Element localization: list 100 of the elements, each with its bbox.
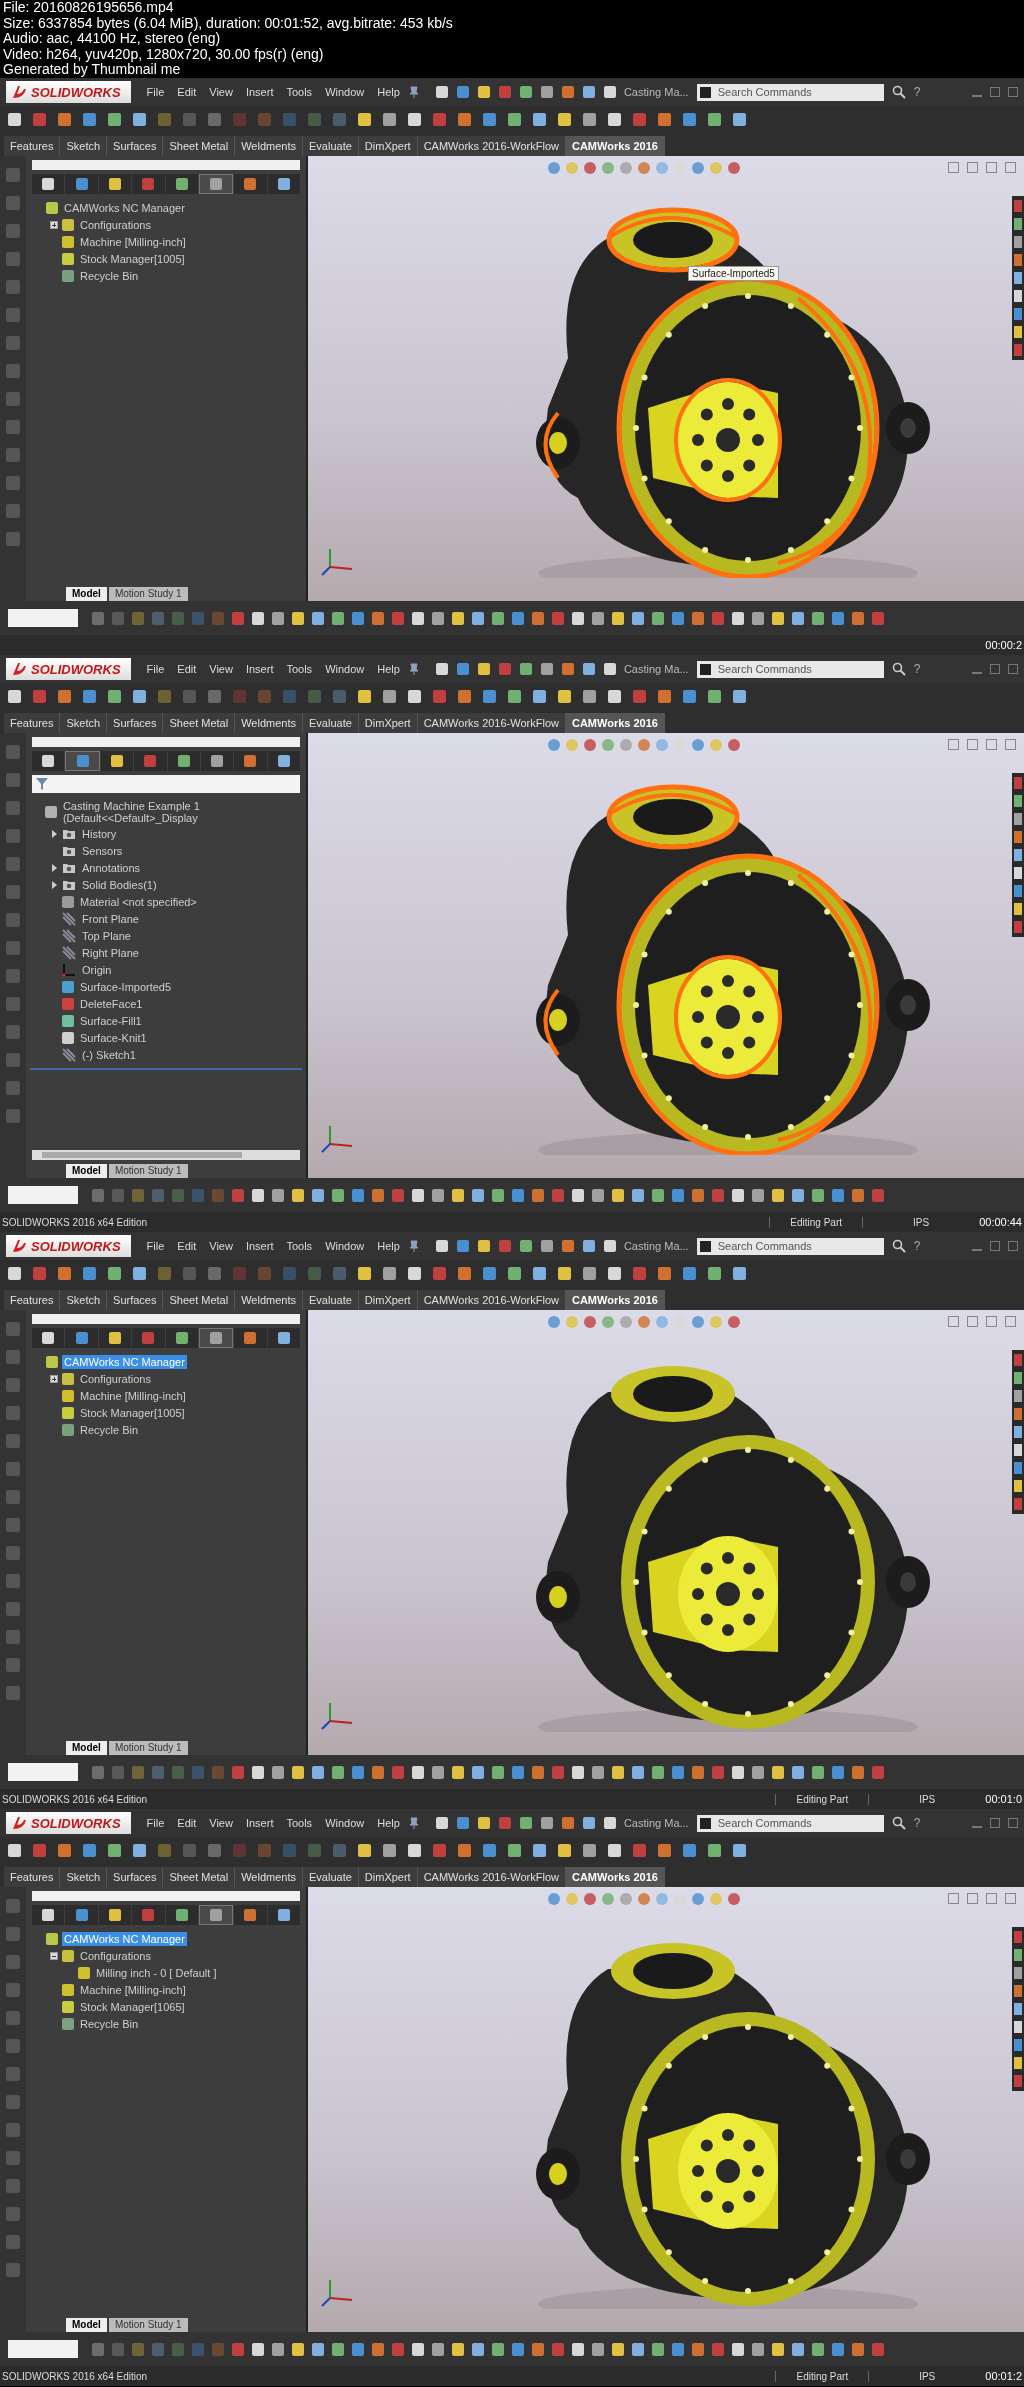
window-control-icon[interactable] bbox=[948, 739, 959, 750]
toolbar-icon[interactable] bbox=[312, 611, 324, 625]
tree-item[interactable]: Recycle Bin bbox=[78, 269, 141, 283]
search-field[interactable]: Search Commands bbox=[713, 83, 884, 101]
menu-item[interactable]: Help bbox=[377, 1817, 400, 1829]
command-tab[interactable]: DimXpert bbox=[358, 1290, 418, 1310]
model-tab[interactable]: Model bbox=[66, 1741, 107, 1755]
panel-tab[interactable] bbox=[167, 751, 200, 771]
model-tab[interactable]: Model bbox=[66, 587, 107, 601]
command-tab[interactable]: Sheet Metal bbox=[163, 1290, 236, 1310]
search-field[interactable]: Search Commands bbox=[713, 660, 884, 678]
toolbar-icon[interactable] bbox=[432, 2342, 444, 2356]
command-tab[interactable]: Weldments bbox=[235, 713, 303, 733]
tree-item[interactable]: History bbox=[80, 827, 119, 841]
pin-icon[interactable] bbox=[407, 86, 420, 98]
toolbar-icon[interactable] bbox=[572, 611, 584, 625]
toolbar-icon[interactable] bbox=[572, 1188, 584, 1202]
toolbar-icon[interactable] bbox=[358, 1266, 371, 1280]
toolbar-icon[interactable] bbox=[8, 1266, 21, 1280]
toolbar-icon[interactable] bbox=[658, 1266, 671, 1280]
toolbar-icon[interactable] bbox=[708, 1266, 721, 1280]
window-control-icon[interactable] bbox=[986, 1893, 997, 1904]
toolbar-icon[interactable] bbox=[412, 2342, 424, 2356]
toolbar-icon[interactable] bbox=[472, 1188, 484, 1202]
toolbar-icon[interactable] bbox=[608, 1266, 621, 1280]
toolbar-icon[interactable] bbox=[435, 663, 448, 675]
tree-item[interactable]: Casting Machine Example 1 (Default<<Default>_Display bbox=[60, 799, 302, 825]
toolbar-icon[interactable] bbox=[292, 2342, 304, 2356]
toolbar-icon[interactable] bbox=[533, 1843, 546, 1857]
model-tab[interactable]: Motion Study 1 bbox=[108, 2318, 188, 2332]
command-tab[interactable]: CAMWorks 2016-WorkFlow bbox=[417, 1867, 566, 1887]
panel-tab[interactable] bbox=[98, 1905, 132, 1925]
toolbar-icon[interactable] bbox=[458, 112, 471, 126]
toolbar-icon[interactable] bbox=[540, 86, 553, 98]
model-tab[interactable]: Model bbox=[66, 1164, 107, 1178]
toolbar-icon[interactable] bbox=[708, 1843, 721, 1857]
toolbar-icon[interactable] bbox=[58, 1266, 71, 1280]
toolbar-icon[interactable] bbox=[632, 1188, 644, 1202]
window-control-icon[interactable] bbox=[1005, 162, 1016, 173]
toolbar-icon[interactable] bbox=[572, 2342, 584, 2356]
panel-tab[interactable] bbox=[165, 1328, 198, 1348]
menu-item[interactable]: Insert bbox=[245, 86, 274, 98]
toolbar-icon[interactable] bbox=[683, 689, 696, 703]
toolbar-icon[interactable] bbox=[583, 689, 596, 703]
toolbar-icon[interactable] bbox=[582, 86, 595, 98]
menu-item[interactable]: File bbox=[146, 1817, 165, 1829]
toolbar-icon[interactable] bbox=[383, 112, 396, 126]
toolbar-icon[interactable] bbox=[583, 1266, 596, 1280]
tree-item[interactable]: Annotations bbox=[80, 861, 143, 875]
panel-tab[interactable] bbox=[32, 751, 65, 771]
toolbar-icon[interactable] bbox=[408, 1266, 421, 1280]
panel-tab[interactable] bbox=[165, 1905, 198, 1925]
tree-item[interactable]: Machine [Milling-inch] bbox=[78, 1983, 188, 1997]
panel-tab[interactable] bbox=[100, 751, 134, 771]
toolbar-icon[interactable] bbox=[603, 1240, 616, 1252]
toolbar-icon[interactable] bbox=[408, 1843, 421, 1857]
tree-item[interactable]: Front Plane bbox=[80, 912, 141, 926]
panel-tab[interactable] bbox=[267, 174, 300, 194]
toolbar-icon[interactable] bbox=[652, 1188, 664, 1202]
toolbar-icon[interactable] bbox=[752, 1765, 764, 1779]
menu-item[interactable]: Tools bbox=[286, 1817, 313, 1829]
view-toolbar-icon[interactable] bbox=[548, 1316, 560, 1328]
toolbar-icon[interactable] bbox=[652, 611, 664, 625]
window-control-icon[interactable] bbox=[1005, 1893, 1016, 1904]
view-toolbar-icon[interactable] bbox=[584, 162, 596, 174]
window-control-icon[interactable] bbox=[986, 739, 997, 750]
toolbar-icon[interactable] bbox=[608, 112, 621, 126]
model-tab[interactable]: Motion Study 1 bbox=[108, 1164, 188, 1178]
menu-item[interactable]: Edit bbox=[177, 1817, 197, 1829]
toolbar-icon[interactable] bbox=[603, 663, 616, 675]
help-button[interactable]: ? bbox=[913, 85, 921, 99]
toolbar-icon[interactable] bbox=[492, 611, 504, 625]
toolbar-icon[interactable] bbox=[332, 1765, 344, 1779]
view-toolbar-icon[interactable] bbox=[602, 739, 614, 751]
search-icon[interactable] bbox=[891, 85, 906, 99]
toolbar-icon[interactable] bbox=[733, 1843, 746, 1857]
toolbar-icon[interactable] bbox=[432, 1765, 444, 1779]
command-tab[interactable]: Surfaces bbox=[107, 1867, 164, 1887]
view-toolbar-icon[interactable] bbox=[692, 1893, 704, 1905]
panel-tab[interactable] bbox=[234, 1328, 267, 1348]
toolbar-icon[interactable] bbox=[652, 2342, 664, 2356]
tree-item[interactable]: Configurations bbox=[78, 1372, 153, 1386]
window-control-icon[interactable] bbox=[967, 1893, 978, 1904]
menu-item[interactable]: Insert bbox=[245, 1240, 274, 1252]
view-toolbar-icon[interactable] bbox=[620, 1893, 632, 1905]
toolbar-icon[interactable] bbox=[658, 112, 671, 126]
panel-tab[interactable] bbox=[98, 1328, 132, 1348]
toolbar-icon[interactable] bbox=[592, 1765, 604, 1779]
window-control-icon[interactable] bbox=[948, 1893, 959, 1904]
toolbar-icon[interactable] bbox=[683, 1843, 696, 1857]
toolbar-icon[interactable] bbox=[358, 112, 371, 126]
tree-item[interactable]: Origin bbox=[80, 963, 114, 977]
panel-tab[interactable] bbox=[165, 174, 198, 194]
command-tab[interactable]: Evaluate bbox=[303, 1290, 359, 1310]
command-tab[interactable]: Sheet Metal bbox=[163, 713, 236, 733]
toolbar-icon[interactable] bbox=[435, 1240, 448, 1252]
menu-item[interactable]: Window bbox=[325, 1240, 365, 1252]
view-toolbar-icon[interactable] bbox=[692, 162, 704, 174]
toolbar-icon[interactable] bbox=[8, 112, 21, 126]
toolbar-icon[interactable] bbox=[752, 2342, 764, 2356]
